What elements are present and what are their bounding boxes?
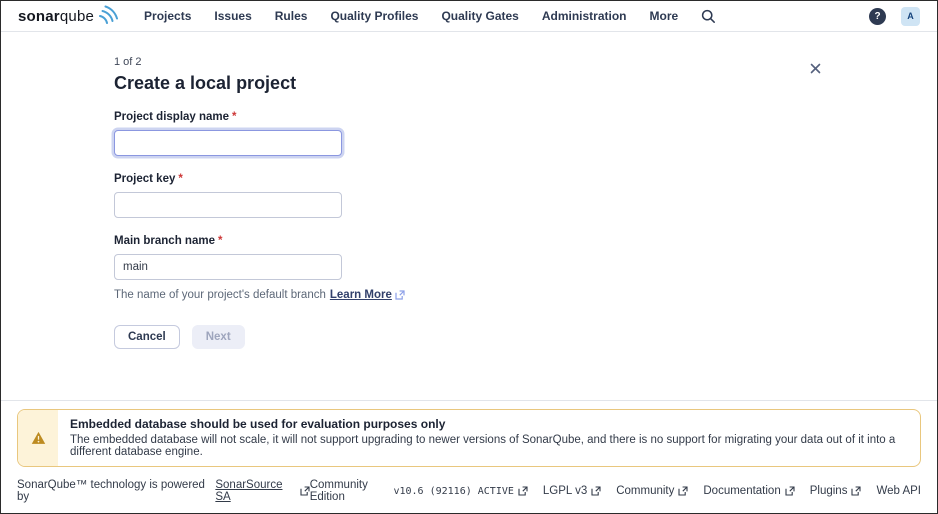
required-asterisk: *	[232, 111, 237, 123]
bottom-section: Embedded database should be used for eva…	[1, 400, 937, 513]
sonarqube-logo[interactable]: sonar qube	[18, 5, 119, 25]
logo-text-light: qube	[59, 7, 95, 25]
nav-item-projects[interactable]: Projects	[144, 9, 191, 23]
nav-item-administration[interactable]: Administration	[542, 9, 627, 23]
nav-item-quality-gates[interactable]: Quality Gates	[441, 9, 518, 23]
page-footer: SonarQube™ technology is powered by Sona…	[17, 476, 921, 503]
web-api-label: Web API	[876, 485, 921, 497]
powered-by-text: SonarQube™ technology is powered by	[17, 479, 205, 503]
license-link[interactable]: LGPL v3	[543, 485, 601, 497]
plugins-label: Plugins	[809, 485, 848, 497]
warning-banner-body: Embedded database should be used for eva…	[58, 410, 920, 466]
sonarsource-label: SonarSource SA	[215, 479, 283, 503]
external-link-icon	[395, 290, 405, 300]
external-link-icon	[300, 486, 310, 496]
next-button[interactable]: Next	[191, 325, 245, 349]
branch-helper-text: The name of your project's default branc…	[114, 289, 937, 301]
form-actions: Cancel Next	[114, 325, 937, 349]
external-link-icon	[591, 486, 601, 496]
license-label: LGPL v3	[542, 485, 588, 497]
label-text: Project display name	[114, 111, 230, 123]
external-link-icon	[518, 486, 528, 496]
search-button[interactable]	[701, 9, 716, 24]
warning-message: The embedded database will not scale, it…	[70, 434, 896, 458]
project-key-label: Project key *	[114, 173, 937, 185]
navbar-right-actions: ? A	[869, 6, 920, 26]
footer-powered-by: SonarQube™ technology is powered by Sona…	[17, 479, 310, 503]
main-branch-name-label: Main branch name *	[114, 235, 937, 247]
user-avatar[interactable]: A	[901, 6, 920, 26]
documentation-link[interactable]: Documentation	[703, 485, 795, 497]
project-key-input[interactable]	[114, 192, 342, 218]
sonarsource-link[interactable]: SonarSource SA	[215, 479, 310, 503]
edition-label: Community Edition	[309, 479, 368, 503]
label-text: Project key	[114, 173, 176, 185]
helper-text: The name of your project's default branc…	[114, 289, 326, 301]
logo-text-bold: sonar	[18, 7, 60, 25]
label-text: Main branch name	[114, 235, 215, 247]
avatar-initial: A	[907, 11, 914, 21]
main-navigation: Projects Issues Rules Quality Profiles Q…	[144, 9, 678, 23]
nav-item-issues[interactable]: Issues	[214, 9, 251, 23]
community-link[interactable]: Community	[616, 485, 688, 497]
warning-icon-column	[18, 410, 58, 466]
nav-item-quality-profiles[interactable]: Quality Profiles	[330, 9, 418, 23]
warning-icon	[31, 431, 45, 444]
field-main-branch-name: Main branch name* The name of your proje…	[114, 235, 937, 301]
create-project-panel: 1 of 2 Create a local project Project di…	[1, 32, 937, 421]
top-navbar: sonar qube Projects Issues Rules Quality…	[1, 1, 937, 32]
nav-item-more[interactable]: More	[650, 9, 679, 23]
required-asterisk: *	[217, 235, 223, 247]
main-branch-name-input[interactable]	[114, 254, 342, 280]
search-icon	[702, 9, 716, 23]
external-link-icon	[678, 486, 688, 496]
project-display-name-input[interactable]	[114, 130, 342, 156]
help-icon: ?	[874, 10, 881, 22]
footer-meta: Community Edition v10.6 (92116) ACTIVE L…	[310, 479, 921, 503]
sonarqube-wave-icon	[99, 5, 119, 24]
learn-more-link[interactable]: Learn More	[330, 289, 405, 301]
plugins-link[interactable]: Plugins	[810, 485, 862, 497]
field-project-key: Project key *	[114, 173, 937, 218]
external-link-icon	[851, 486, 862, 496]
close-button[interactable]	[810, 63, 821, 74]
embedded-database-warning-banner: Embedded database should be used for eva…	[17, 409, 921, 467]
close-icon	[810, 63, 821, 74]
nav-item-rules[interactable]: Rules	[275, 9, 308, 23]
version-link[interactable]: v10.6 (92116) ACTIVE	[393, 485, 528, 497]
documentation-label: Documentation	[703, 485, 781, 497]
version-text: v10.6 (92116) ACTIVE	[393, 485, 514, 497]
warning-title: Embedded database should be used for eva…	[70, 417, 446, 431]
field-project-display-name: Project display name *	[114, 111, 937, 156]
help-button[interactable]: ?	[869, 7, 886, 25]
web-api-link[interactable]: Web API	[876, 485, 921, 497]
sonarqube-window: sonar qube Projects Issues Rules Quality…	[0, 0, 938, 514]
learn-more-label: Learn More	[329, 289, 392, 301]
external-link-icon	[785, 486, 795, 496]
page-title: Create a local project	[114, 73, 297, 93]
cancel-button[interactable]: Cancel	[114, 325, 180, 349]
project-display-name-label: Project display name *	[114, 111, 937, 123]
community-label: Community	[616, 485, 675, 497]
required-asterisk: *	[178, 173, 183, 185]
